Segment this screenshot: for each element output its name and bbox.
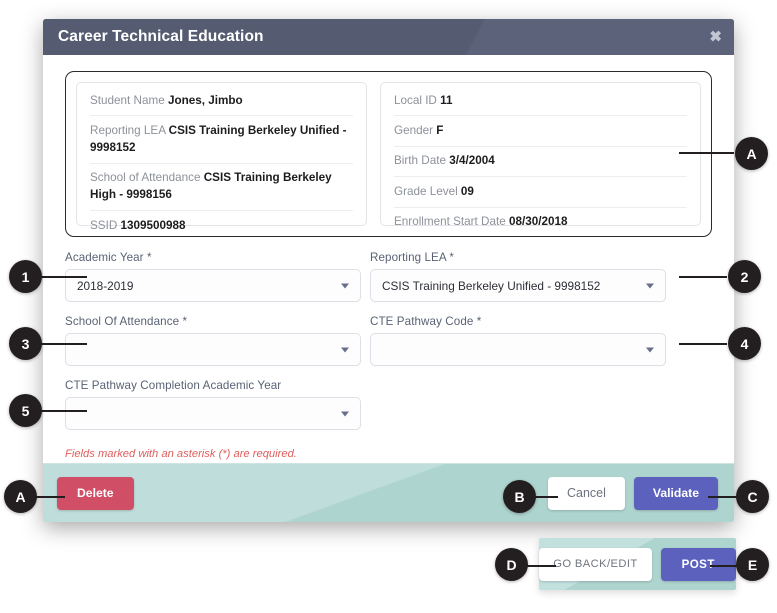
callout-leader-D [524,565,556,567]
callout-leader-C [708,496,738,498]
field-label-reporting-lea: Reporting LEA * [370,251,454,264]
callout-leader-E [710,565,738,567]
cte-modal-dialog: Career Technical Education ✖ Student Nam… [43,19,734,522]
callout-leader-4 [679,343,727,345]
post-action-bar: GO BACK/EDIT POST [539,538,736,590]
modal-body: Student Name Jones, Jimbo Reporting LEA … [43,55,734,463]
modal-header: Career Technical Education ✖ [43,19,734,55]
field-academic-year: Academic Year * 2018-2019 [65,251,361,302]
field-school-of-attendance: School Of Attendance * [65,315,361,366]
info-value: Jones, Jimbo [167,93,243,107]
field-cte-pathway-completion-academic-year: CTE Pathway Completion Academic Year [65,379,361,430]
info-label: Birth Date [394,154,446,168]
callout-A-top: A [735,137,768,170]
footer-right-actions: Cancel Validate [548,476,718,510]
info-row-enrollment-start-date: Enrollment Start Date 08/30/2018 [394,208,687,237]
info-row-local-id: Local ID 11 [394,86,687,117]
info-label: Student Name [90,93,165,107]
callout-leader-A-bottom [33,496,65,498]
field-label-academic-year: Academic Year * [65,251,152,264]
select-cte-pathway-completion-academic-year[interactable] [65,397,361,430]
callout-A-bottom: A [4,480,37,513]
info-value: 08/30/2018 [508,215,568,229]
info-label: Grade Level [394,184,458,198]
info-row-grade-level: Grade Level 09 [394,177,687,208]
callout-C: C [736,480,769,513]
callout-B: B [503,480,536,513]
callout-2: 2 [728,260,761,293]
info-label: Local ID [394,93,437,107]
info-label: Gender [394,123,433,137]
page-title: Career Technical Education [58,28,264,45]
select-reporting-lea[interactable]: CSIS Training Berkeley Unified - 9998152 [370,269,666,302]
select-academic-year[interactable]: 2018-2019 [65,269,361,302]
info-row-gender: Gender F [394,116,687,147]
callout-leader-1 [41,276,87,278]
student-info-panel-right: Local ID 11 Gender F Birth Date 3/4/2004… [380,82,701,228]
field-cte-pathway-code: CTE Pathway Code * [370,315,666,366]
select-value: 2018-2019 [77,278,134,293]
callout-D: D [495,548,528,581]
student-info-card: Student Name Jones, Jimbo Reporting LEA … [65,71,712,237]
info-row-reporting-lea: Reporting LEA CSIS Training Berkeley Uni… [90,116,353,164]
callout-leader-2 [679,276,727,278]
field-reporting-lea: Reporting LEA * CSIS Training Berkeley U… [370,251,666,302]
required-fields-note: Fields marked with an asterisk (*) are r… [65,448,297,460]
chevron-down-icon [646,347,654,352]
field-label-cte-pathway-code: CTE Pathway Code * [370,315,482,328]
callout-5: 5 [9,394,42,427]
screenshot-root: Career Technical Education ✖ Student Nam… [0,0,777,613]
go-back-edit-button[interactable]: GO BACK/EDIT [539,547,652,581]
info-label: Reporting LEA [90,123,166,137]
info-value: 09 [460,184,474,198]
callout-3: 3 [9,327,42,360]
info-label: School of Attendance [90,171,201,185]
callout-leader-A-top [679,152,734,154]
info-value: F [436,123,444,137]
info-row-student-name: Student Name Jones, Jimbo [90,86,353,117]
delete-button[interactable]: Delete [57,476,134,510]
select-school-of-attendance[interactable] [65,333,361,366]
callout-4: 4 [728,327,761,360]
cte-form: Academic Year * 2018-2019 Reporting LEA … [65,251,712,460]
validate-button[interactable]: Validate [633,476,718,510]
close-icon[interactable]: ✖ [709,30,722,45]
callout-E: E [736,548,769,581]
info-label: SSID [90,218,118,232]
post-button[interactable]: POST [660,547,736,581]
info-label: Enrollment Start Date [394,215,506,229]
info-row-school-of-attendance: School of Attendance CSIS Training Berke… [90,164,353,212]
chevron-down-icon [341,411,349,416]
info-value: 11 [440,93,453,107]
chevron-down-icon [341,283,349,288]
info-row-birth-date: Birth Date 3/4/2004 [394,147,687,178]
select-value: CSIS Training Berkeley Unified - 9998152 [382,278,601,293]
chevron-down-icon [646,283,654,288]
modal-footer: Delete Cancel Validate [43,463,734,522]
callout-leader-5 [41,410,87,412]
info-row-ssid: SSID 1309500988 [90,211,353,240]
callout-leader-3 [41,343,87,345]
field-label-school-of-attendance: School Of Attendance * [65,315,188,328]
student-info-panel-left: Student Name Jones, Jimbo Reporting LEA … [76,82,367,232]
select-cte-pathway-code[interactable] [370,333,666,366]
field-label-cte-pathway-completion-academic-year: CTE Pathway Completion Academic Year [65,379,282,392]
info-value: 1309500988 [120,218,186,232]
cancel-button[interactable]: Cancel [548,476,625,510]
info-value: 3/4/2004 [449,154,495,168]
chevron-down-icon [341,347,349,352]
callout-1: 1 [9,260,42,293]
